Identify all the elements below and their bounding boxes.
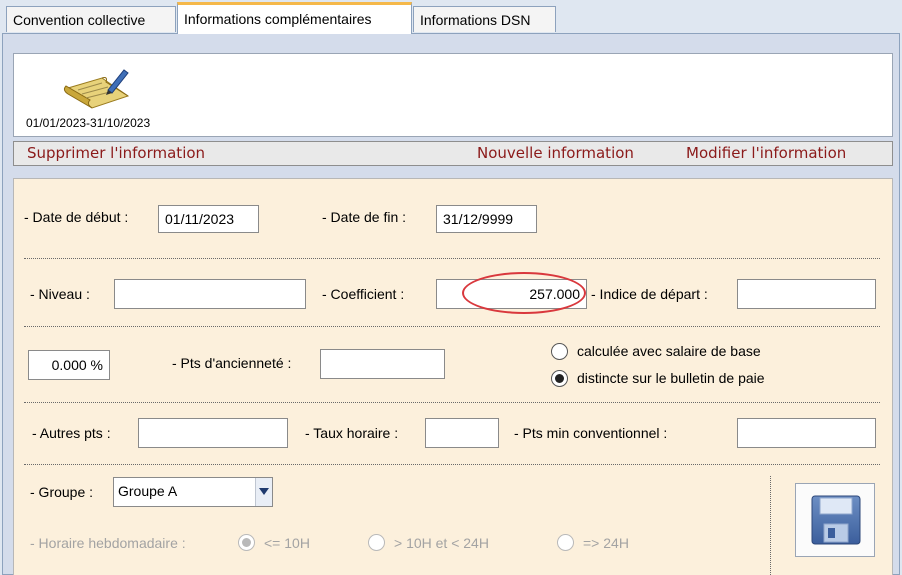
vertical-separator xyxy=(770,476,771,575)
separator xyxy=(24,402,880,403)
radio-distincte-label: distincte sur le bulletin de paie xyxy=(577,370,765,386)
niveau-field[interactable] xyxy=(114,279,306,309)
pts-min-label: - Pts min conventionnel : xyxy=(514,425,668,441)
delete-info-button[interactable]: Supprimer l'information xyxy=(27,144,205,162)
pts-anciennete-label: - Pts d'ancienneté : xyxy=(172,355,292,371)
radio-horaire-ge-24h[interactable] xyxy=(557,534,574,551)
pts-min-field[interactable] xyxy=(737,418,876,448)
groupe-select[interactable]: Groupe A xyxy=(113,477,273,507)
tab-bar: Convention collective Informations compl… xyxy=(0,0,902,34)
radio-horaire-le-10h[interactable] xyxy=(238,534,255,551)
indice-depart-label: - Indice de départ : xyxy=(591,286,708,302)
taux-horaire-field[interactable] xyxy=(425,418,499,448)
tab-convention-collective[interactable]: Convention collective xyxy=(6,6,176,32)
radio-horaire-10-24h[interactable] xyxy=(368,534,385,551)
radio-distincte-bulletin[interactable] xyxy=(551,370,568,387)
horaire-hebdo-label: - Horaire hebdomadaire : xyxy=(30,535,186,551)
notebook-pen-icon[interactable] xyxy=(62,66,136,112)
coefficient-label: - Coefficient : xyxy=(322,286,405,302)
niveau-label: - Niveau : xyxy=(30,286,90,302)
date-fin-label: - Date de fin : xyxy=(322,209,407,225)
chevron-down-icon[interactable] xyxy=(255,478,272,506)
groupe-label: - Groupe : xyxy=(30,484,94,500)
tab-informations-dsn[interactable]: Informations DSN xyxy=(413,6,556,32)
date-fin-field[interactable]: 31/12/9999 xyxy=(436,205,537,233)
new-info-button[interactable]: Nouvelle information xyxy=(477,144,634,162)
radio-calculee-label: calculée avec salaire de base xyxy=(577,343,761,359)
radio-horaire-ge-24h-label: => 24H xyxy=(583,535,629,551)
autres-pts-label: - Autres pts : xyxy=(32,425,111,441)
date-debut-label: - Date de début : xyxy=(24,209,129,225)
action-bar: Supprimer l'information Nouvelle informa… xyxy=(13,141,893,166)
radio-horaire-le-10h-label: <= 10H xyxy=(264,535,310,551)
tab-informations-complementaires[interactable]: Informations complémentaires xyxy=(177,2,412,34)
separator xyxy=(24,258,880,259)
radio-horaire-10-24h-label: > 10H et < 24H xyxy=(394,535,489,551)
percent-field[interactable]: 0.000 % xyxy=(28,350,110,380)
radio-calculee-salaire-base[interactable] xyxy=(551,343,568,360)
coefficient-field[interactable]: 257.000 xyxy=(436,279,587,309)
pts-anciennete-field[interactable] xyxy=(320,349,445,379)
groupe-select-value: Groupe A xyxy=(118,483,178,499)
edit-info-button[interactable]: Modifier l'information xyxy=(686,144,846,162)
date-debut-field[interactable]: 01/11/2023 xyxy=(158,205,259,233)
floppy-disk-icon xyxy=(806,490,866,553)
separator xyxy=(24,464,880,465)
autres-pts-field[interactable] xyxy=(138,418,288,448)
save-button[interactable] xyxy=(795,483,875,557)
separator xyxy=(24,326,880,327)
taux-horaire-label: - Taux horaire : xyxy=(305,425,399,441)
info-period-label[interactable]: 01/01/2023-31/10/2023 xyxy=(26,116,150,130)
indice-depart-field[interactable] xyxy=(737,279,876,309)
